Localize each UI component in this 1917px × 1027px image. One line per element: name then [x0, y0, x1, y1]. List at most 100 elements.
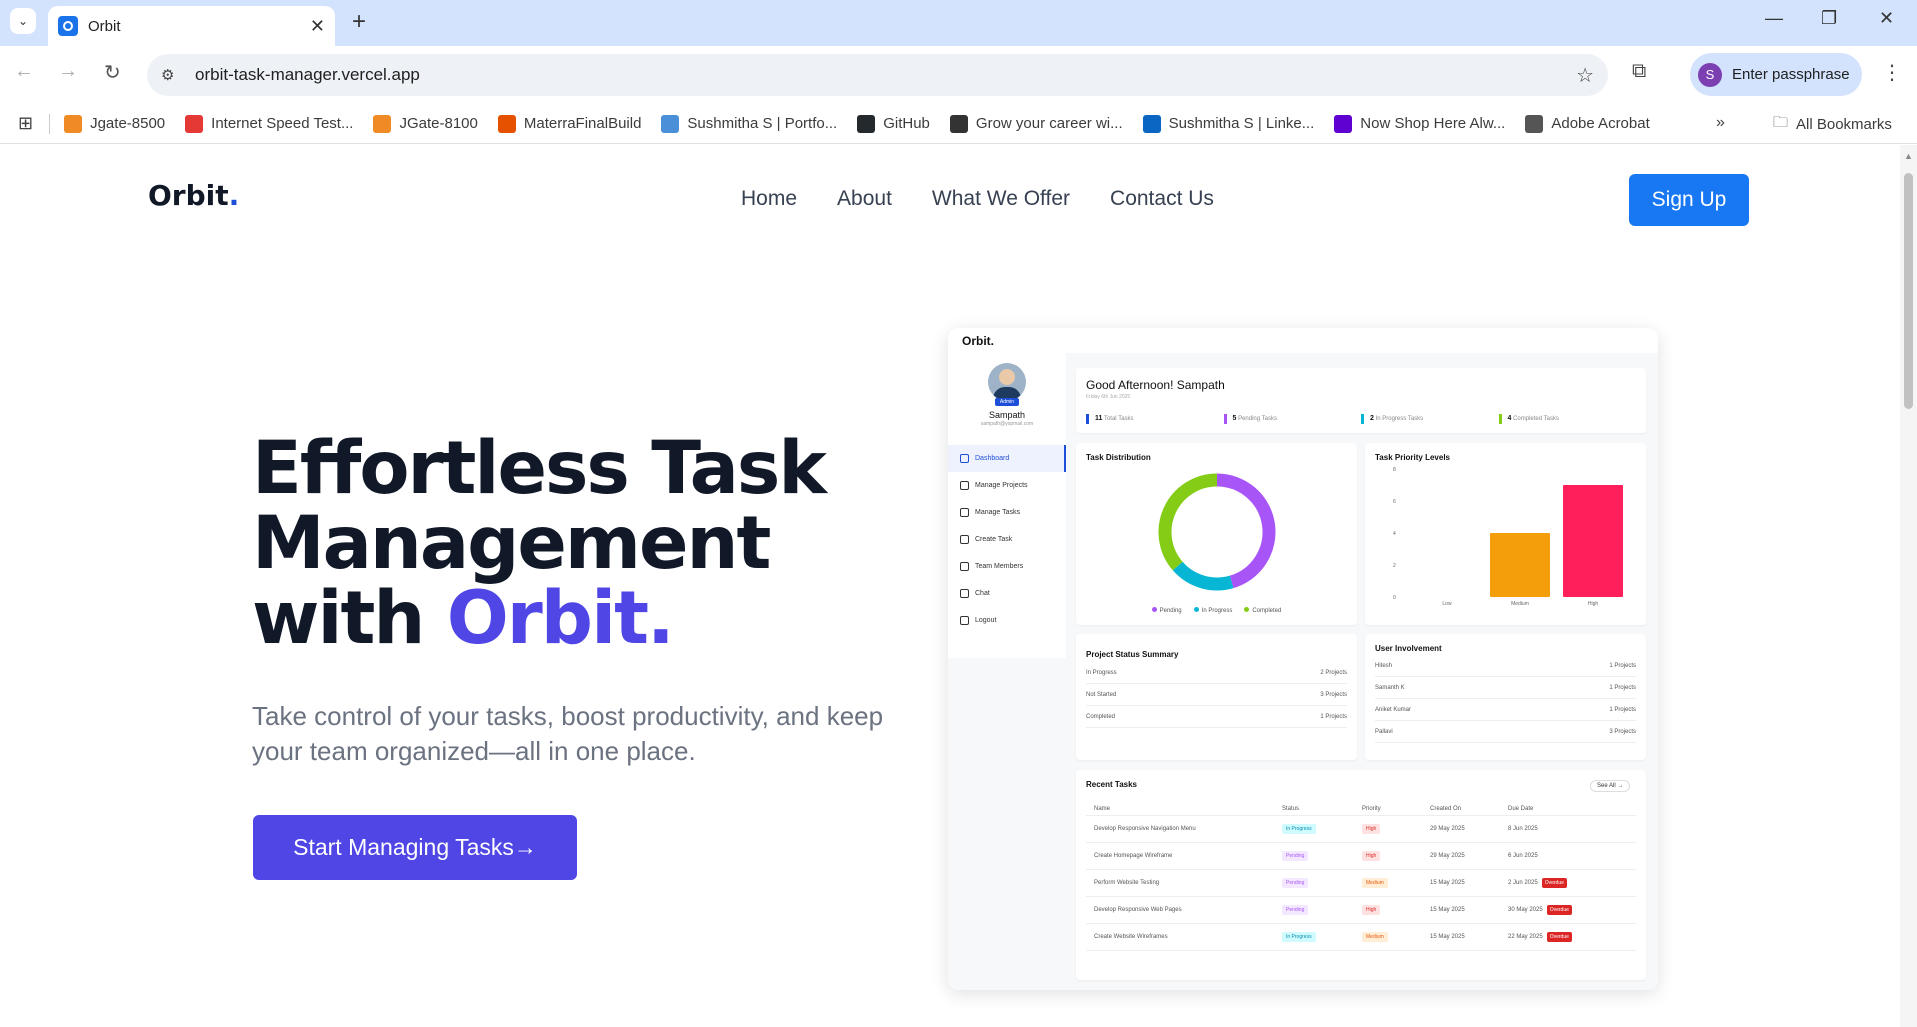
start-managing-tasks-button[interactable]: Start Managing Tasks → [253, 815, 577, 880]
row-label: Hitesh [1375, 662, 1393, 669]
sidebar-item-create-task[interactable]: Create Task [948, 526, 1066, 553]
role-badge: Admin [995, 398, 1019, 406]
col-status: Status [1282, 805, 1300, 812]
bookmark-item[interactable]: Sushmitha S | Portfo... [661, 114, 837, 133]
x-tick-label: High [1588, 601, 1599, 607]
user-name: Sampath [988, 410, 1026, 420]
bar-high [1563, 485, 1623, 597]
task-name: Create Website Wireframes [1094, 934, 1168, 940]
sidebar-item-dashboard[interactable]: Dashboard [948, 445, 1066, 472]
address-bar[interactable]: ⚙ orbit-task-manager.vercel.app ☆ [147, 54, 1608, 96]
priority-badge: High [1362, 824, 1381, 834]
all-bookmarks[interactable]: 🗀 All Bookmarks [1773, 112, 1892, 137]
overdue-badge: Overdue [1546, 905, 1572, 915]
table-row[interactable]: Perform Website Testing Pending Medium 15 M… [1086, 870, 1636, 897]
profile-button[interactable]: S Enter passphrase [1690, 53, 1862, 96]
dashboard-preview: Orbit. Admin Sampath sampath@yopmail.com… [948, 328, 1658, 990]
nav-about[interactable]: About [837, 187, 892, 211]
table-row[interactable]: Develop Responsive Navigation Menu In Pro… [1086, 816, 1636, 843]
donut-slice-in-progress [1172, 561, 1234, 591]
col-created: Created On [1430, 805, 1462, 812]
browser-tab[interactable]: Orbit ✕ [48, 6, 335, 46]
bookmark-item[interactable]: Jgate-8500 [64, 114, 165, 133]
see-all-button[interactable]: See All → [1590, 780, 1631, 792]
scroll-up-icon[interactable]: ▲ [1904, 151, 1913, 161]
restore-icon[interactable]: ❐ [1821, 8, 1837, 29]
sidebar-item-team-members[interactable]: Team Members [948, 553, 1066, 580]
new-tab-icon[interactable]: + [352, 8, 366, 36]
bookmark-label: Internet Speed Test... [211, 115, 354, 132]
task-priority-cell: High [1362, 851, 1430, 861]
scroll-thumb[interactable] [1904, 173, 1913, 409]
bookmark-item[interactable]: Internet Speed Test... [185, 114, 354, 133]
extensions-icon[interactable]: ⧉ [1632, 60, 1646, 83]
task-distribution-donut [1158, 473, 1276, 591]
recent-tasks-card: Recent Tasks See All → Name Status Prior… [1076, 770, 1646, 980]
table-row[interactable]: Create Website Wireframes In Progress Medi… [1086, 924, 1636, 951]
table-row[interactable]: Develop Responsive Web Pages Pending High 1… [1086, 897, 1636, 924]
bookmark-label: Adobe Acrobat [1551, 115, 1650, 132]
bookmark-item[interactable]: JGate-8100 [373, 114, 478, 133]
sidebar-item-label: Manage Projects [975, 482, 1028, 489]
more-bookmarks-icon[interactable]: » [1716, 114, 1725, 132]
tab-close-icon[interactable]: ✕ [310, 16, 325, 37]
nav-what-we-offer[interactable]: What We Offer [932, 187, 1070, 211]
task-rows: Develop Responsive Navigation Menu In Pro… [1086, 816, 1636, 951]
more-menu-icon[interactable]: ⋮ [1882, 60, 1902, 85]
task-name: Develop Responsive Web Pages [1094, 907, 1182, 913]
minimize-icon[interactable]: — [1765, 8, 1783, 29]
sign-up-button[interactable]: Sign Up [1629, 174, 1749, 226]
bookmark-item[interactable]: Grow your career wi... [949, 114, 1123, 133]
folder-icon: 🗀 [1773, 114, 1789, 131]
table-row[interactable]: Create Homepage Wireframe Pending High 29 M… [1086, 843, 1636, 870]
page-scrollbar[interactable]: ▲ [1900, 145, 1917, 1027]
dist-title: Task Distribution [1086, 453, 1151, 462]
sidebar-item-chat[interactable]: Chat [948, 580, 1066, 607]
bookmark-star-icon[interactable]: ☆ [1576, 63, 1594, 88]
reload-icon[interactable]: ↻ [104, 60, 121, 85]
sidebar-item-logout[interactable]: Logout [948, 607, 1066, 634]
profile-label: Enter passphrase [1732, 66, 1850, 83]
stat-item: 4 Completed Tasks [1498, 414, 1637, 424]
dist-legend: Pending In Progress Completed [1076, 607, 1357, 614]
legend-label: In Progress [1201, 608, 1233, 614]
sidebar-item-manage-projects[interactable]: Manage Projects [948, 472, 1066, 499]
site-info-icon[interactable]: ⚙ [161, 66, 181, 84]
bookmark-item[interactable]: Adobe Acrobat [1525, 114, 1650, 133]
url-text[interactable]: orbit-task-manager.vercel.app [195, 65, 1576, 85]
bookmark-item[interactable]: Now Shop Here Alw... [1334, 114, 1505, 133]
bookmark-item[interactable]: MaterraFinalBuild [497, 114, 641, 133]
logo-dot: . [228, 179, 240, 212]
bookmark-item[interactable]: GitHub [857, 114, 930, 133]
tab-search-chevron-icon[interactable]: ⌄ [10, 8, 36, 34]
task-name: Develop Responsive Navigation Menu [1094, 826, 1196, 832]
back-icon[interactable]: ← [14, 60, 34, 83]
summary-row: Samanth K 1 Projects [1375, 677, 1636, 699]
row-label: Aniket Kumar [1375, 706, 1412, 713]
site-logo[interactable]: Orbit. [148, 179, 239, 212]
legend-swatch [1193, 607, 1199, 612]
menu-item-icon [960, 454, 969, 463]
task-created: 15 May 2025 [1430, 934, 1465, 940]
row-value: 3 Projects [1320, 691, 1347, 698]
y-tick-label: 2 [1393, 563, 1396, 569]
see-all-label: See All [1597, 783, 1616, 789]
sidebar-item-manage-tasks[interactable]: Manage Tasks [948, 499, 1066, 526]
nav-contact-us[interactable]: Contact Us [1110, 187, 1214, 211]
forward-icon[interactable]: → [58, 60, 78, 83]
col-priority: Priority [1362, 805, 1381, 812]
status-badge: Pending [1282, 878, 1309, 888]
nav-home[interactable]: Home [741, 187, 797, 211]
apps-grid-icon[interactable]: ⊞ [18, 113, 33, 134]
y-tick-label: 6 [1393, 499, 1396, 505]
recent-title: Recent Tasks [1086, 780, 1137, 789]
status-badge: Pending [1282, 905, 1309, 915]
avatar [988, 363, 1026, 401]
bookmark-item[interactable]: Sushmitha S | Linke... [1142, 114, 1314, 133]
row-value: 3 Projects [1609, 728, 1636, 735]
stat-value: 2 [1370, 415, 1374, 422]
menu-item-icon [960, 535, 969, 544]
bookmark-favicon-icon [949, 114, 968, 133]
window-close-icon[interactable]: ✕ [1879, 8, 1894, 29]
task-due-cell: 30 May 2025 Overdue [1508, 905, 1636, 915]
